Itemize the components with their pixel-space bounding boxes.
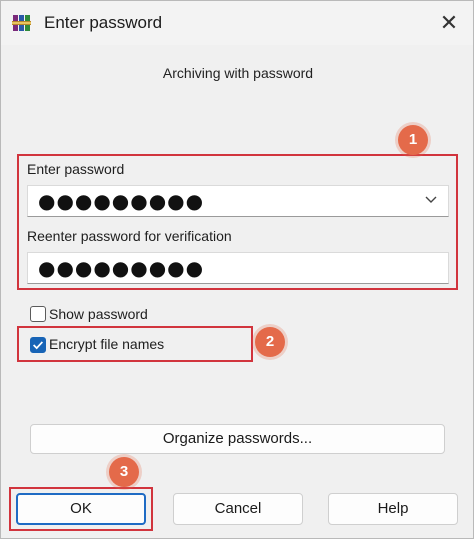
show-password-label[interactable]: Show password bbox=[49, 306, 148, 322]
organize-passwords-button[interactable]: Organize passwords... bbox=[30, 424, 445, 454]
step-badge-1: 1 bbox=[398, 125, 428, 155]
reenter-password-field[interactable]: ●●●●●●●●● bbox=[27, 252, 449, 284]
title-bar: Enter password ✕ bbox=[1, 1, 473, 45]
dialog-subtitle: Archiving with password bbox=[162, 65, 314, 81]
cancel-button[interactable]: Cancel bbox=[173, 493, 303, 525]
password-value: ●●●●●●●●● bbox=[38, 189, 205, 213]
ok-button[interactable]: OK bbox=[16, 493, 146, 525]
window-title: Enter password bbox=[44, 13, 163, 32]
password-dialog: Enter password ✕ Archiving with password… bbox=[0, 0, 474, 539]
winrar-books-icon bbox=[12, 15, 31, 31]
reenter-value: ●●●●●●●●● bbox=[38, 256, 205, 280]
close-icon[interactable]: ✕ bbox=[435, 9, 463, 37]
reenter-label: Reenter password for verification bbox=[27, 228, 232, 244]
checkmark-icon bbox=[33, 341, 44, 350]
step-badge-3: 3 bbox=[109, 457, 139, 487]
password-field[interactable]: ●●●●●●●●● bbox=[27, 185, 449, 217]
encrypt-file-names-checkbox[interactable] bbox=[30, 337, 46, 353]
chevron-down-icon[interactable] bbox=[422, 190, 440, 208]
password-label: Enter password bbox=[27, 161, 125, 177]
show-password-checkbox[interactable] bbox=[30, 306, 46, 322]
step-badge-2: 2 bbox=[255, 327, 285, 357]
help-button[interactable]: Help bbox=[328, 493, 458, 525]
encrypt-file-names-label[interactable]: Encrypt file names bbox=[49, 336, 164, 352]
